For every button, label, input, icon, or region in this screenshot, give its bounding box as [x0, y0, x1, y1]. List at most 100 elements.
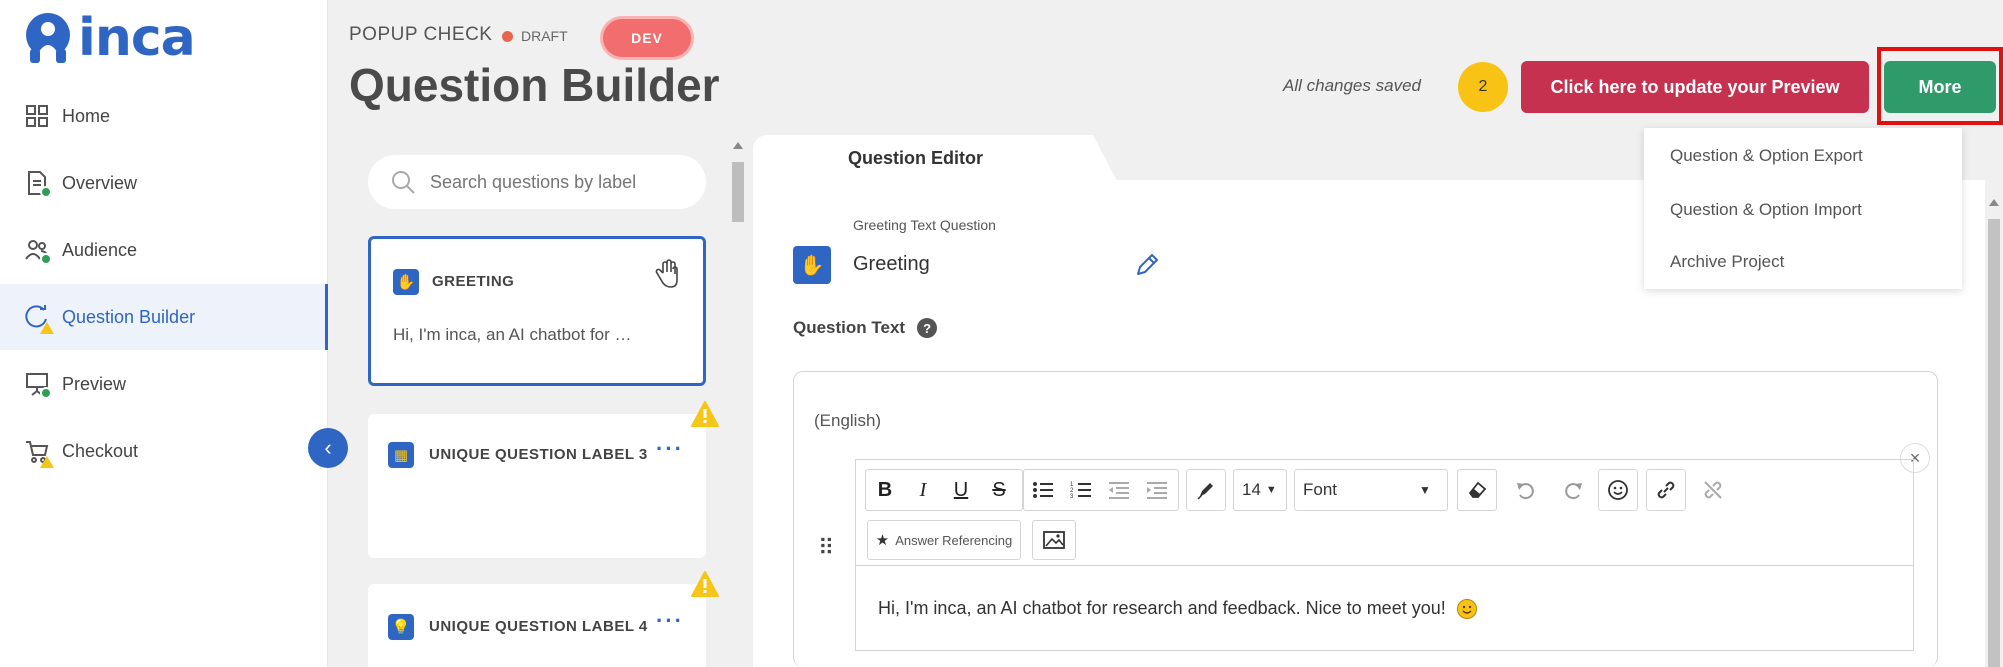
italic-icon[interactable]: I: [904, 470, 942, 510]
redo-icon[interactable]: [1555, 470, 1593, 510]
text-color-group: [1186, 469, 1226, 511]
question-text-label: Question Text: [793, 318, 906, 337]
scrollbar-thumb[interactable]: [1988, 219, 2000, 667]
scrollbar-thumb[interactable]: [732, 162, 744, 222]
question-card-label-3[interactable]: ▦ UNIQUE QUESTION LABEL 3 ···: [368, 414, 706, 558]
sidebar-item-label: Home: [62, 105, 111, 126]
outdent-icon[interactable]: [1100, 470, 1138, 510]
update-preview-button[interactable]: Click here to update your Preview: [1521, 61, 1869, 113]
question-content-text: Hi, I'm inca, an AI chatbot for research…: [878, 598, 1446, 618]
bold-icon[interactable]: B: [866, 470, 904, 510]
chevron-left-icon: ‹: [324, 435, 332, 460]
clear-format-group: [1457, 469, 1497, 511]
dropdown-arrow-icon: ▼: [1419, 483, 1431, 497]
question-options-icon[interactable]: ···: [656, 436, 684, 462]
question-content: Hi, I'm inca, an AI chatbot for research…: [878, 598, 1477, 620]
inca-logo-mark-icon: [22, 13, 74, 65]
link-group: [1646, 469, 1686, 511]
menu-item-export[interactable]: Question & Option Export: [1670, 146, 1863, 166]
help-icon[interactable]: ?: [917, 318, 938, 338]
draft-status-dot-icon: [502, 30, 513, 42]
unlink-icon[interactable]: [1694, 470, 1732, 510]
collapse-sidebar-button[interactable]: ‹: [308, 428, 348, 468]
warning-status-icon: [40, 322, 54, 334]
more-button[interactable]: More: [1884, 61, 1996, 113]
question-card-label-4[interactable]: 💡 UNIQUE QUESTION LABEL 4 ···: [368, 584, 706, 667]
editor-scrollbar[interactable]: [1985, 195, 2003, 667]
strikethrough-icon[interactable]: S: [980, 470, 1018, 510]
environment-badge: DEV: [600, 16, 694, 60]
text-format-group: B I U S: [865, 469, 1023, 511]
sidebar: inca Home Overview Audience Question Bui…: [0, 0, 328, 667]
question-card-greeting[interactable]: ✋ GREETING Hi, I'm inca, an AI chatbot f…: [368, 236, 706, 386]
page-title: Question Builder: [349, 59, 720, 111]
answer-referencing-button[interactable]: ★ Answer Referencing: [867, 520, 1021, 560]
list-group: 123: [1023, 469, 1179, 511]
project-name: POPUP CHECK: [349, 24, 493, 45]
warning-icon: [691, 571, 719, 597]
language-label: (English): [814, 411, 882, 430]
link-icon[interactable]: [1647, 470, 1685, 510]
people-icon: [24, 237, 52, 265]
sidebar-item-checkout[interactable]: Checkout: [0, 418, 328, 484]
document-icon: [24, 170, 52, 198]
bullet-list-icon[interactable]: [1024, 470, 1062, 510]
complete-status-icon: [40, 186, 52, 198]
sidebar-item-label: Preview: [62, 373, 127, 394]
more-menu: Question & Option Export Question & Opti…: [1644, 128, 1962, 289]
text-color-icon[interactable]: [1187, 470, 1225, 510]
sidebar-item-label: Overview: [62, 172, 138, 193]
sidebar-item-label: Question Builder: [62, 306, 196, 327]
emoji-icon[interactable]: [1599, 470, 1637, 510]
font-family-value: Font: [1303, 480, 1338, 499]
font-size-value: 14: [1242, 480, 1261, 499]
question-list-scrollbar[interactable]: [730, 140, 746, 667]
undo-icon[interactable]: [1506, 470, 1544, 510]
insert-image-button[interactable]: [1032, 520, 1076, 560]
sidebar-item-preview[interactable]: Preview: [0, 351, 328, 417]
numbered-list-icon[interactable]: 123: [1062, 470, 1100, 510]
search-icon: [392, 171, 415, 194]
scroll-up-icon[interactable]: [733, 142, 743, 149]
menu-item-archive[interactable]: Archive Project: [1670, 252, 1784, 272]
drag-hand-icon[interactable]: [654, 259, 682, 289]
complete-status-icon: [40, 387, 52, 399]
rich-text-toolbar: B I U S 123 14 ▼ Font ▼ ★ Answer Referen…: [855, 459, 1914, 565]
project-state: DRAFT: [502, 28, 568, 44]
grid-icon: [24, 103, 50, 129]
drag-handle-icon[interactable]: ⠿: [818, 537, 835, 559]
cart-icon: [24, 438, 54, 468]
question-card-label: UNIQUE QUESTION LABEL 4: [429, 618, 648, 635]
sidebar-item-audience[interactable]: Audience: [0, 217, 328, 283]
wave-hand-icon: ✋: [793, 246, 831, 284]
sidebar-item-question-builder[interactable]: Question Builder: [0, 284, 328, 350]
sidebar-item-label: Audience: [62, 239, 138, 260]
question-card-label: GREETING: [432, 273, 515, 290]
search-input[interactable]: [430, 171, 690, 193]
rich-text-content[interactable]: Hi, I'm inca, an AI chatbot for research…: [855, 565, 1914, 651]
star-icon: ★: [875, 532, 890, 549]
menu-item-import[interactable]: Question & Option Import: [1670, 200, 1862, 220]
wave-hand-icon: ✋: [393, 269, 419, 295]
smiling-face-emoji-icon: [1456, 599, 1477, 620]
answer-referencing-label: Answer Referencing: [895, 532, 1013, 548]
question-search[interactable]: [368, 155, 706, 209]
inca-logo[interactable]: inca: [22, 10, 196, 66]
project-state-label: DRAFT: [521, 28, 568, 44]
question-text-section: Question Text ?: [793, 318, 938, 338]
question-options-icon[interactable]: ···: [656, 608, 684, 634]
warning-status-icon: [40, 456, 54, 468]
warning-icon: [691, 401, 719, 427]
font-size-select[interactable]: 14 ▼: [1233, 469, 1287, 511]
sidebar-item-overview[interactable]: Overview: [0, 150, 328, 216]
font-family-select[interactable]: Font ▼: [1294, 469, 1448, 511]
tab-question-editor-label: Question Editor: [848, 148, 983, 168]
save-status: All changes saved: [1283, 76, 1421, 95]
underline-icon[interactable]: U: [942, 470, 980, 510]
indent-icon[interactable]: [1138, 470, 1176, 510]
emoji-group: [1598, 469, 1638, 511]
eraser-icon[interactable]: [1458, 470, 1496, 510]
sidebar-item-home[interactable]: Home: [0, 83, 328, 149]
edit-pencil-icon[interactable]: [1134, 252, 1160, 278]
scroll-up-icon[interactable]: [1989, 199, 1999, 206]
